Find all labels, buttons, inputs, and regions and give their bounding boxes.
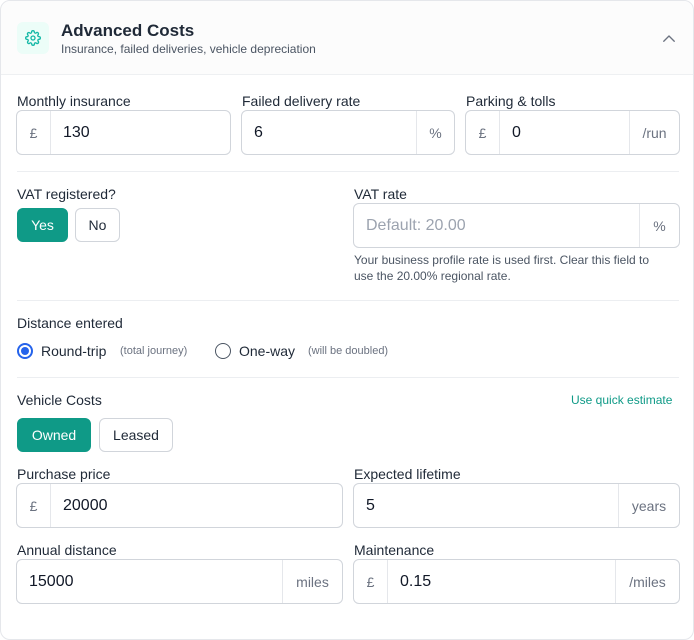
distance-entered-label: Distance entered xyxy=(17,315,123,331)
vat-yes-button[interactable]: Yes xyxy=(17,208,68,242)
leased-button[interactable]: Leased xyxy=(99,418,173,452)
maintenance-field[interactable]: £ 0.15 /miles xyxy=(353,559,680,604)
parking-tolls-field[interactable]: £ 0 /run xyxy=(465,110,680,155)
failed-delivery-field[interactable]: 6 % xyxy=(241,110,455,155)
annual-distance-label: Annual distance xyxy=(17,542,117,558)
miles-suffix: miles xyxy=(282,560,342,603)
section-subtitle: Insurance, failed deliveries, vehicle de… xyxy=(61,42,316,56)
purchase-price-label: Purchase price xyxy=(17,466,111,482)
owned-button[interactable]: Owned xyxy=(17,418,91,452)
advanced-costs-card: Advanced Costs Insurance, failed deliver… xyxy=(0,0,694,640)
vat-rate-field[interactable]: Default: 20.00 % xyxy=(353,203,680,248)
currency-prefix: £ xyxy=(354,560,388,603)
help-line: use the 20.00% regional rate. xyxy=(354,269,511,283)
chevron-up-icon[interactable] xyxy=(657,28,681,50)
annual-distance-field[interactable]: 15000 miles xyxy=(16,559,343,604)
currency-prefix: £ xyxy=(17,484,51,527)
section-header[interactable]: Advanced Costs Insurance, failed deliver… xyxy=(1,1,693,75)
monthly-insurance-label: Monthly insurance xyxy=(17,93,131,109)
monthly-insurance-field[interactable]: £ 130 xyxy=(16,110,231,155)
currency-prefix: £ xyxy=(466,111,500,154)
expected-lifetime-field[interactable]: 5 years xyxy=(353,483,680,528)
help-line: Your business profile rate is used first… xyxy=(354,253,650,267)
one-way-radio[interactable] xyxy=(215,343,231,359)
purchase-price-input[interactable]: 20000 xyxy=(51,484,342,527)
gear-icon xyxy=(17,22,49,54)
years-suffix: years xyxy=(618,484,679,527)
divider xyxy=(17,171,679,172)
purchase-price-field[interactable]: £ 20000 xyxy=(16,483,343,528)
currency-prefix: £ xyxy=(17,111,51,154)
failed-delivery-label: Failed delivery rate xyxy=(242,93,361,109)
per-mile-suffix: /miles xyxy=(615,560,679,603)
expected-lifetime-label: Expected lifetime xyxy=(354,466,461,482)
expected-lifetime-input[interactable]: 5 xyxy=(354,484,618,527)
percent-suffix: % xyxy=(639,204,679,247)
vat-rate-label: VAT rate xyxy=(354,186,407,202)
section-title: Advanced Costs xyxy=(61,21,195,40)
percent-suffix: % xyxy=(416,111,454,154)
vehicle-costs-label: Vehicle Costs xyxy=(17,392,102,408)
vat-no-button[interactable]: No xyxy=(75,208,120,242)
failed-delivery-input[interactable]: 6 xyxy=(242,111,416,154)
divider xyxy=(17,377,679,378)
maintenance-label: Maintenance xyxy=(354,542,435,558)
vat-registered-label: VAT registered? xyxy=(17,186,116,202)
vat-rate-input[interactable]: Default: 20.00 xyxy=(354,204,639,247)
quick-estimate-link[interactable]: Use quick estimate xyxy=(571,393,672,407)
vat-rate-help-text: Your business profile rate is used first… xyxy=(354,252,649,284)
maintenance-input[interactable]: 0.15 xyxy=(388,560,615,603)
round-trip-radio[interactable] xyxy=(17,343,33,359)
one-way-note: (will be doubled) xyxy=(308,345,389,357)
parking-tolls-input[interactable]: 0 xyxy=(500,111,629,154)
monthly-insurance-input[interactable]: 130 xyxy=(51,111,230,154)
divider xyxy=(17,300,679,301)
round-trip-label[interactable]: Round-trip xyxy=(41,343,106,359)
one-way-label[interactable]: One-way xyxy=(239,343,295,359)
annual-distance-input[interactable]: 15000 xyxy=(17,560,282,603)
parking-tolls-label: Parking & tolls xyxy=(466,93,556,109)
per-run-suffix: /run xyxy=(629,111,679,154)
round-trip-note: (total journey) xyxy=(120,345,188,357)
